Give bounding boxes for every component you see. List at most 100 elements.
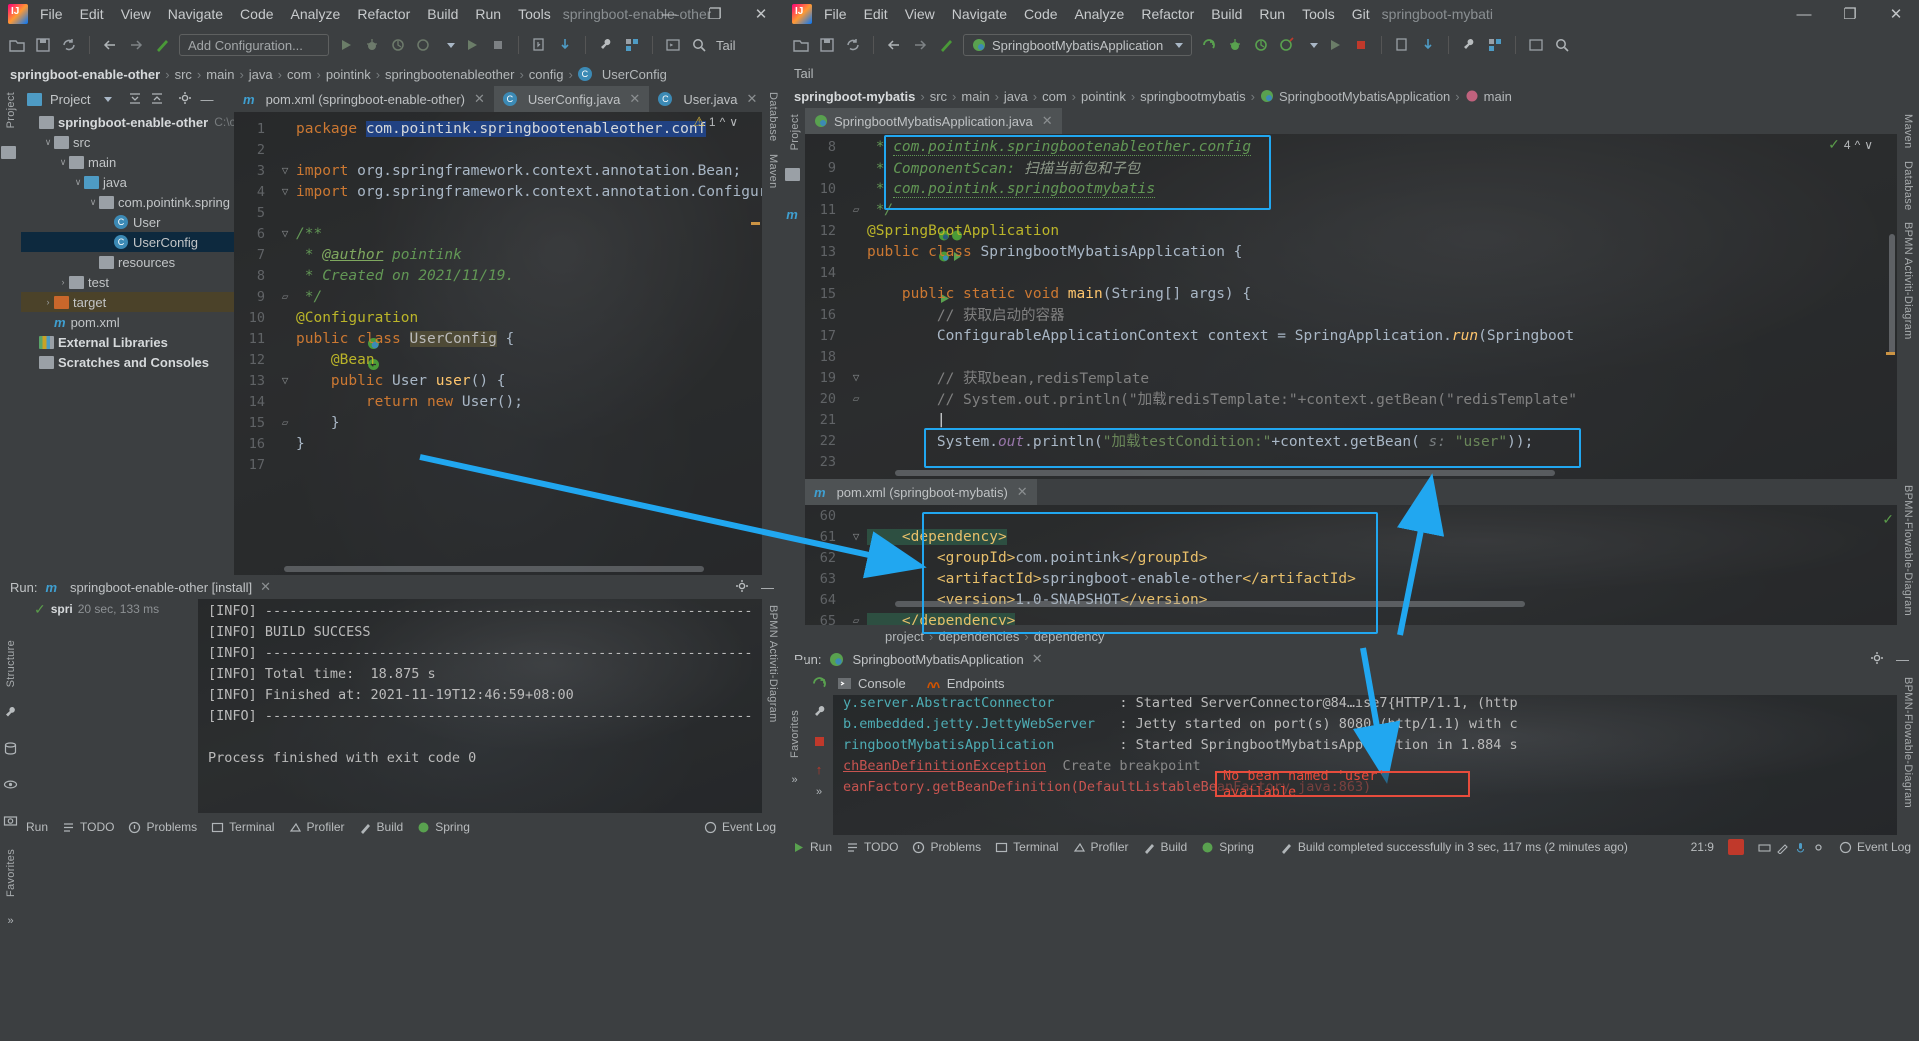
tree-item-user[interactable]: C User: [21, 212, 234, 232]
pom-editor-tabs[interactable]: m pom.xml (springboot-mybatis) ✕: [805, 479, 1897, 505]
expand-strip-icon[interactable]: »: [791, 774, 797, 786]
update-project-icon[interactable]: [556, 36, 574, 54]
right-menu-bar[interactable]: File Edit View Navigate Code Analyze Ref…: [818, 4, 1372, 24]
maximize-button[interactable]: ❐: [1827, 5, 1873, 23]
code-line[interactable]: 63 <artifactId>springboot-enable-other</…: [805, 568, 1897, 589]
close-icon[interactable]: ✕: [1032, 651, 1043, 667]
status-tab-spring[interactable]: Spring: [1201, 840, 1254, 854]
right-breadcrumb[interactable]: springboot-mybatis › src › main › java › com…: [784, 84, 1919, 108]
editor-vertical-scrollbar[interactable]: [1889, 234, 1895, 354]
update-project-icon[interactable]: [1419, 36, 1437, 54]
project-file-tree[interactable]: springboot-enable-other C:\cr ∨ src ∨ main ∨ ja…: [21, 112, 234, 372]
tree-item-userconfig[interactable]: C UserConfig: [21, 232, 234, 252]
debug-icon[interactable]: [363, 36, 381, 54]
code-line[interactable]: 61 ▽ <dependency>: [805, 526, 1897, 547]
tool-tab-bpmn-activiti[interactable]: BPMN Activiti-Diagram: [767, 605, 779, 723]
tool-tab-favorites[interactable]: Favorites: [5, 849, 17, 897]
code-line[interactable]: 19 ▽ // 获取bean,redisTemplate: [805, 367, 1897, 388]
fold-marker-icon[interactable]: ▱: [845, 614, 867, 625]
rerun-icon[interactable]: [1200, 36, 1218, 54]
code-line[interactable]: 9 ▱ */: [234, 286, 762, 307]
structure-panel-icon[interactable]: [623, 36, 641, 54]
fold-marker-icon[interactable]: ▽: [845, 371, 867, 384]
pom-horizontal-scrollbar[interactable]: [895, 601, 1525, 607]
menu-run[interactable]: Run: [473, 4, 503, 24]
left-run-panel-header[interactable]: Run: m springboot-enable-other [install]…: [0, 575, 784, 599]
tree-item-target[interactable]: › target: [21, 292, 234, 312]
settings-wrench-icon[interactable]: [1460, 36, 1478, 54]
settings-wrench-icon[interactable]: [597, 36, 615, 54]
status-tab-problems[interactable]: Problems: [128, 820, 197, 834]
pom-breadcrumb-project[interactable]: project: [885, 629, 924, 644]
expand-arrow-icon[interactable]: ∨: [42, 137, 54, 148]
breadcrumb-pointink[interactable]: pointink: [1081, 89, 1126, 104]
maven-icon[interactable]: m: [786, 207, 798, 222]
menu-code[interactable]: Code: [1022, 4, 1059, 24]
hide-panel-icon[interactable]: —: [761, 580, 774, 595]
breadcrumb-application-class[interactable]: SpringbootMybatisApplication: [1279, 89, 1450, 104]
editor-tab-application[interactable]: SpringbootMybatisApplication.java ✕: [805, 108, 1062, 134]
tool-tab-project[interactable]: Project: [789, 114, 801, 150]
code-line[interactable]: 65 ▱ </dependency>: [805, 610, 1897, 625]
run-with-coverage-icon[interactable]: [1252, 36, 1270, 54]
maximize-button[interactable]: ❐: [692, 5, 738, 23]
code-line[interactable]: 8 * com.pointink.springbootenableother.c…: [805, 136, 1897, 157]
tree-item-external-libraries[interactable]: External Libraries: [21, 332, 234, 352]
right-left-tool-strip[interactable]: Project m: [784, 108, 805, 479]
right-bottom-tool-strip[interactable]: Favorites »: [784, 660, 805, 820]
breadcrumb-project[interactable]: springboot-enable-other: [10, 67, 160, 82]
breadcrumb-com[interactable]: com: [287, 67, 312, 82]
code-line[interactable]: 9 * ComponentScan: 扫描当前包和子包: [805, 157, 1897, 178]
menu-build[interactable]: Build: [425, 4, 460, 24]
gear-icon[interactable]: [735, 579, 749, 596]
right-status-bar[interactable]: Run TODO Problems Terminal Profiler Buil…: [784, 835, 1919, 859]
right-editor-tabs[interactable]: SpringbootMybatisApplication.java ✕: [805, 108, 1897, 134]
code-line[interactable]: 14: [805, 262, 1897, 283]
menu-navigate[interactable]: Navigate: [950, 4, 1009, 24]
status-tab-profiler[interactable]: Profiler: [289, 820, 345, 834]
code-line[interactable]: 4 ▽ import org.springframework.context.a…: [234, 181, 762, 202]
editor-tab-userconfig[interactable]: C UserConfig.java ✕: [493, 86, 650, 112]
pom-code-lines[interactable]: 60 61 ▽ <dependency> 62 <groupId>com.poi…: [805, 505, 1897, 625]
fold-marker-icon[interactable]: ▱: [274, 416, 296, 429]
menu-edit[interactable]: Edit: [78, 4, 106, 24]
menu-edit[interactable]: Edit: [862, 4, 890, 24]
chevron-down-icon[interactable]: [1310, 42, 1319, 48]
tool-tab-bpmn-flowable[interactable]: BPMN-Flowable-Diagram: [1902, 485, 1914, 616]
stop-icon[interactable]: [1352, 36, 1370, 54]
structure-panel-icon[interactable]: [1486, 36, 1504, 54]
back-icon[interactable]: [885, 36, 903, 54]
tree-item-springboot-enable-other[interactable]: springboot-enable-other C:\cr: [21, 112, 234, 132]
menu-navigate[interactable]: Navigate: [166, 4, 225, 24]
close-icon[interactable]: ✕: [260, 579, 271, 595]
left-breadcrumb[interactable]: springboot-enable-other › src › main › java…: [0, 62, 784, 86]
console-hint[interactable]: Create breakpoint: [1046, 758, 1200, 774]
editor-tab-user[interactable]: C User.java ✕: [649, 86, 762, 112]
close-icon[interactable]: ✕: [474, 91, 485, 107]
console-sub-tab-console[interactable]: Console: [837, 676, 906, 691]
run-tree-item[interactable]: ✓ spri 20 sec, 133 ms: [26, 599, 198, 619]
status-tab-build[interactable]: Build: [1143, 840, 1187, 854]
breadcrumb-main-method[interactable]: main: [1484, 89, 1512, 104]
expand-all-icon[interactable]: [128, 91, 142, 108]
ime-indicator-icon[interactable]: [1727, 839, 1744, 855]
search-icon[interactable]: [1553, 36, 1571, 54]
folder-icon[interactable]: [1, 146, 16, 160]
forward-icon[interactable]: [911, 36, 929, 54]
stop-icon[interactable]: [489, 36, 507, 54]
settings-wrench-icon[interactable]: [811, 704, 828, 724]
menu-code[interactable]: Code: [238, 4, 275, 24]
inspection-widget[interactable]: ✓ 4 ^ ∨: [1828, 136, 1873, 153]
settings-wrench-icon[interactable]: [3, 705, 18, 723]
open-project-icon[interactable]: [8, 36, 26, 54]
breadcrumb-com[interactable]: com: [1042, 89, 1067, 104]
tool-tab-bpmn-activiti[interactable]: BPMN Activiti-Diagram: [1902, 222, 1914, 340]
editor-horizontal-scrollbar[interactable]: [284, 566, 704, 572]
code-line[interactable]: 7 * @author pointink: [234, 244, 762, 265]
left-menu-bar[interactable]: File Edit View Navigate Code Analyze Ref…: [34, 4, 553, 24]
code-line[interactable]: 8 * Created on 2021/11/19.: [234, 265, 762, 286]
expand-arrow-icon[interactable]: ∨: [72, 177, 84, 188]
tree-item-resources[interactable]: resources: [21, 252, 234, 272]
status-tab-terminal[interactable]: Terminal: [211, 820, 275, 834]
run-right-strip[interactable]: BPMN-Flowable-Diagram: [1897, 671, 1919, 835]
